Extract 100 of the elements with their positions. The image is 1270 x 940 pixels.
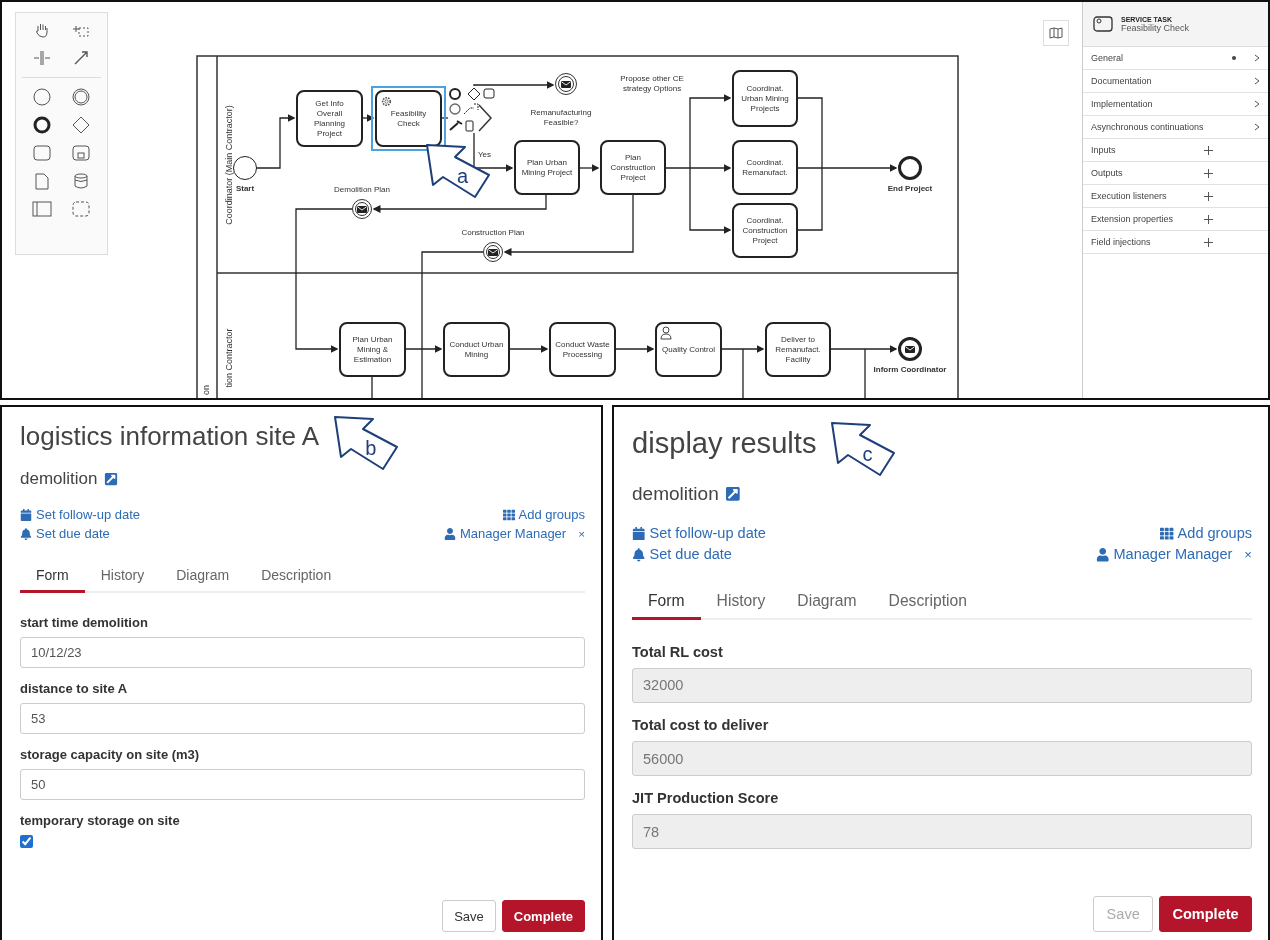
property-group-header[interactable]: Extension properties [1083, 208, 1268, 231]
grid-icon [1160, 526, 1174, 541]
assignee-link[interactable]: Manager Manager [443, 524, 567, 543]
event-label: Remanufacturing Feasible? [529, 108, 593, 128]
complete-button[interactable]: Complete [1159, 896, 1252, 932]
lane-label: tion Contractor [224, 328, 234, 388]
service-task-icon [1093, 16, 1113, 32]
tab[interactable]: History [700, 585, 782, 620]
event-node[interactable] [898, 337, 922, 361]
process-name: demolition [632, 483, 719, 505]
sequence-flow [256, 114, 296, 169]
tab[interactable]: Description [872, 585, 983, 620]
remove-assignee-button[interactable]: × [578, 524, 585, 543]
property-group-header[interactable]: General [1083, 47, 1268, 70]
task-label: Conduct Urban Mining [449, 339, 504, 360]
lane-label: Coordinator (Main Contractor) [224, 105, 234, 225]
user-icon [1096, 548, 1110, 562]
envelope-icon [357, 205, 367, 213]
checkbox[interactable] [20, 835, 33, 848]
remove-assignee-button[interactable]: × [1244, 544, 1252, 566]
property-group-header[interactable]: Asynchronous continuations [1083, 116, 1268, 139]
callout-arrow [830, 421, 897, 479]
tab[interactable]: Diagram [160, 561, 246, 593]
field-label: Total RL cost [632, 644, 724, 661]
process-name: demolition [20, 469, 98, 489]
follow-up-date-link[interactable]: Set follow-up date [20, 505, 141, 524]
minimap-button[interactable] [1043, 20, 1069, 46]
user-icon [443, 527, 456, 540]
task-label: Quality Control [662, 344, 715, 355]
event-label: Demolition Plan [333, 185, 391, 195]
task-label: Plan Urban Mining Project [520, 157, 574, 178]
task-node[interactable]: Feasibility Check [371, 86, 446, 151]
tab[interactable]: Diagram [781, 585, 873, 620]
envelope-icon [905, 345, 915, 353]
task-title: display results [632, 427, 817, 460]
task-title: logistics information site A [20, 421, 320, 452]
envelope-icon [561, 80, 571, 88]
input-field[interactable]: 10/12/23 [20, 637, 585, 668]
chevron-icon [1254, 100, 1260, 108]
chevron-icon [1254, 123, 1260, 131]
field-label: storage capacity on site (m3) [20, 747, 201, 762]
field-label: Total cost to deliver [632, 717, 770, 734]
due-date-link[interactable]: Set due date [632, 544, 732, 566]
sequence-flow [509, 345, 549, 353]
sequence-flow [579, 164, 600, 172]
tab[interactable]: Form [20, 561, 85, 593]
user-icon [660, 326, 672, 340]
property-group-header[interactable]: Documentation [1083, 70, 1268, 93]
input-field[interactable]: 50 [20, 769, 585, 800]
assignee-link[interactable]: Manager Manager [1096, 544, 1233, 566]
add-groups-link[interactable]: Add groups [1160, 522, 1252, 545]
add-groups-link[interactable]: Add groups [502, 505, 585, 524]
event-node[interactable] [233, 156, 257, 180]
external-link[interactable] [103, 472, 118, 486]
plus-icon [1203, 215, 1213, 224]
property-group-header[interactable]: Outputs [1083, 162, 1268, 185]
callout-letter: b [365, 439, 377, 457]
callout-arrow [425, 143, 491, 201]
external-link-icon [103, 472, 118, 486]
external-link-icon [724, 486, 741, 502]
event-node[interactable] [555, 73, 577, 95]
calendar-icon [632, 526, 646, 541]
due-date-link[interactable]: Set due date [20, 524, 110, 543]
callout-letter: c [862, 445, 873, 463]
input-field[interactable]: 53 [20, 703, 585, 734]
task-label: Plan Construction Project [609, 152, 657, 183]
field-label: start time demolition [20, 615, 149, 630]
tab[interactable]: Form [632, 585, 701, 620]
follow-up-date-link[interactable]: Set follow-up date [632, 522, 766, 545]
task-label: Plan Urban Mining & Estimation [351, 334, 394, 365]
sequence-flow [615, 345, 655, 353]
grid-icon [502, 508, 515, 521]
event-label: End Project [886, 184, 934, 194]
property-group-header[interactable]: Inputs [1083, 139, 1268, 162]
field-label: temporary storage on site [20, 813, 181, 828]
event-node[interactable] [483, 242, 503, 262]
event-node[interactable] [898, 156, 922, 180]
callout-letter: a [457, 167, 469, 185]
tab[interactable]: Description [245, 561, 348, 593]
callout-arrow [333, 415, 400, 473]
task-label: Get Info Overall Planning Project [312, 98, 347, 139]
event-node[interactable] [352, 199, 372, 219]
bell-icon [632, 548, 646, 562]
property-group-header[interactable]: Execution listeners [1083, 185, 1268, 208]
event-label: Construction Plan [460, 228, 526, 238]
save-button[interactable]: Save [442, 900, 496, 932]
envelope-icon [488, 248, 498, 256]
complete-button[interactable]: Complete [501, 900, 585, 932]
event-label: Inform Coordinator [872, 365, 948, 375]
property-group-header[interactable]: Field injections [1083, 231, 1268, 254]
gateway-shape[interactable] [478, 104, 492, 132]
chevron-icon [1254, 77, 1260, 85]
bell-icon [20, 527, 32, 540]
tab[interactable]: History [84, 561, 161, 593]
task-label: Coordinat. Urban Mining Projects [740, 83, 790, 114]
flow-label: Yes [478, 150, 492, 160]
property-group-header[interactable]: Implementation [1083, 93, 1268, 116]
map-icon [1049, 27, 1063, 39]
element-name: Feasibility Check [1121, 22, 1190, 33]
external-link[interactable] [724, 486, 741, 502]
